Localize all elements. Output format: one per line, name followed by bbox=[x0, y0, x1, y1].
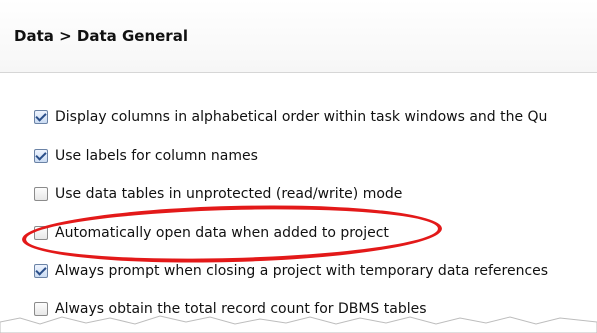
option-prompt-temporary-data[interactable]: Always prompt when closing a project wit… bbox=[34, 261, 548, 281]
torn-edge bbox=[0, 315, 597, 333]
option-use-labels[interactable]: Use labels for column names bbox=[34, 146, 258, 166]
option-unprotected-mode[interactable]: Use data tables in unprotected (read/wri… bbox=[34, 184, 402, 204]
option-label: Use labels for column names bbox=[55, 148, 258, 164]
checkbox-unchecked[interactable] bbox=[34, 187, 48, 201]
options-list: Display columns in alphabetical order wi… bbox=[0, 0, 597, 333]
option-display-columns-alphabetical[interactable]: Display columns in alphabetical order wi… bbox=[34, 107, 547, 127]
checkbox-checked[interactable] bbox=[34, 264, 48, 278]
settings-panel: Data > Data General Display columns in a… bbox=[0, 0, 597, 333]
option-label: Display columns in alphabetical order wi… bbox=[55, 109, 548, 125]
option-label: Always prompt when closing a project wit… bbox=[55, 263, 549, 279]
checkbox-checked[interactable] bbox=[34, 110, 48, 124]
checkbox-checked[interactable] bbox=[34, 149, 48, 163]
option-label: Use data tables in unprotected (read/wri… bbox=[55, 186, 403, 202]
